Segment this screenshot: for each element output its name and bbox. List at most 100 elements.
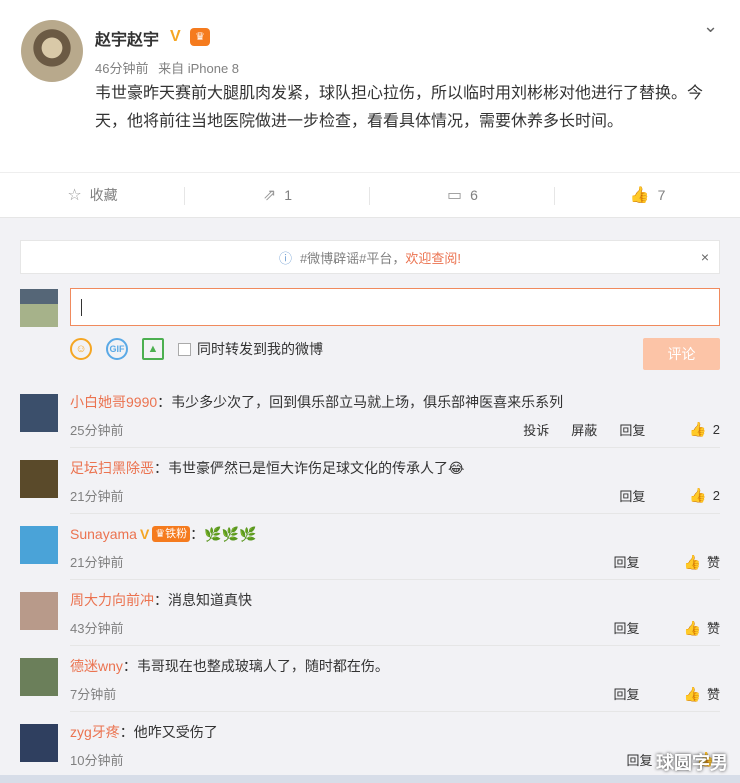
commenter-avatar[interactable] bbox=[20, 592, 58, 630]
commenter-name[interactable]: 德迷wny bbox=[70, 656, 123, 676]
comment-colon: ： bbox=[190, 526, 205, 542]
repost-count: 1 bbox=[284, 187, 293, 203]
comment-colon: ： bbox=[119, 724, 134, 740]
comment-like-count: 赞 bbox=[706, 687, 720, 702]
emoji-icon[interactable]: ☺ bbox=[70, 338, 92, 360]
comment-colon: ： bbox=[154, 460, 168, 476]
sync-checkbox[interactable] bbox=[178, 342, 191, 356]
notice-text: #微博辟谣#平台， bbox=[299, 250, 406, 266]
comment-time: 21分钟前 bbox=[70, 489, 124, 504]
comment-actions: 回复 👍 赞 bbox=[592, 684, 720, 703]
chevron-down-icon[interactable]: ⌄ bbox=[703, 16, 718, 37]
post-action-bar: ☆ 收藏 ⇗ 1 ▭ 6 👍 7 bbox=[0, 172, 740, 218]
comment-icon: ▭ bbox=[447, 187, 463, 204]
commenter-avatar[interactable] bbox=[20, 724, 58, 762]
favorite-label: 收藏 bbox=[89, 187, 118, 203]
text-caret bbox=[81, 299, 82, 316]
thumbs-up-icon: 👍 bbox=[689, 487, 707, 503]
watermark: 球圆字男 bbox=[656, 753, 728, 773]
comment-line: Sunayama V ♛铁粉： 🌿🌿🌿 bbox=[70, 524, 256, 544]
favorite-button[interactable]: ☆ 收藏 bbox=[0, 173, 185, 217]
comment-action-回复[interactable]: 回复 bbox=[614, 552, 640, 571]
thumbs-up-icon: 👍 bbox=[683, 620, 701, 636]
submit-comment-button[interactable]: 评论 bbox=[643, 338, 720, 370]
comment-action-回复[interactable]: 回复 bbox=[614, 684, 640, 703]
comment-like-count: 2 bbox=[712, 422, 720, 437]
comment-like-count: 赞 bbox=[706, 621, 720, 636]
comment-actions: 回复 👍 赞 bbox=[592, 552, 720, 571]
comment-like-button[interactable]: 👍 赞 bbox=[662, 684, 720, 703]
thumbs-up-icon: 👍 bbox=[683, 554, 701, 570]
thumbs-up-icon: 👍 bbox=[683, 686, 701, 702]
comment-item: 足坛扫黑除恶：韦世豪俨然已是恒大诈伤足球文化的传承人了😂 21分钟前 回复 👍 2 bbox=[0, 448, 740, 514]
comment-action-回复[interactable]: 回复 bbox=[619, 420, 645, 439]
verified-v-icon: V bbox=[139, 526, 150, 542]
comment-action-回复[interactable]: 回复 bbox=[627, 750, 653, 769]
commenter-name[interactable]: 小白她哥9990 bbox=[70, 392, 157, 412]
comment-actions: 回复 👍 赞 bbox=[592, 618, 720, 637]
commenter-name[interactable]: 足坛扫黑除恶 bbox=[70, 458, 154, 478]
comment-time: 21分钟前 bbox=[70, 555, 124, 570]
author-avatar[interactable] bbox=[21, 20, 83, 82]
commenter-name[interactable]: 周大力向前冲 bbox=[70, 590, 154, 610]
commenter-avatar[interactable] bbox=[20, 460, 58, 498]
sync-label[interactable]: 同时转发到我的微博 bbox=[197, 339, 323, 359]
post-text: 韦世豪昨天赛前大腿肌肉发紧，球队担心拉伤，所以临时用刘彬彬对他进行了替换。今天，… bbox=[95, 85, 704, 130]
comment-like-button[interactable]: 👍 2 bbox=[667, 421, 720, 438]
weibo-post: 赵宇赵宇 V ♛ 46分钟前 来自 iPhone 8 ⌄ 韦世豪昨天赛前大腿肌肉… bbox=[0, 0, 740, 172]
comment-item: 德迷wny：韦哥现在也整成玻璃人了，随时都在伤。 7分钟前 回复 👍 赞 bbox=[0, 646, 740, 712]
comment-action-回复[interactable]: 回复 bbox=[619, 486, 645, 505]
comment-line: 足坛扫黑除恶：韦世豪俨然已是恒大诈伤足球文化的传承人了😂 bbox=[70, 458, 464, 478]
repost-button[interactable]: ⇗ 1 bbox=[185, 173, 370, 217]
like-button[interactable]: 👍 7 bbox=[555, 173, 740, 217]
verified-v-icon: V bbox=[170, 28, 181, 45]
comment-button[interactable]: ▭ 6 bbox=[370, 173, 555, 217]
comment-like-count: 赞 bbox=[706, 555, 720, 570]
comment-time: 43分钟前 bbox=[70, 621, 124, 636]
comment-like-button[interactable]: 👍 赞 bbox=[662, 618, 720, 637]
comment-item: 周大力向前冲：消息知道真快 43分钟前 回复 👍 赞 bbox=[0, 580, 740, 646]
thumbs-up-icon: 👍 bbox=[689, 421, 707, 437]
share-icon: ⇗ bbox=[262, 187, 277, 204]
comment-text: 韦世豪俨然已是恒大诈伤足球文化的传承人了😂 bbox=[168, 460, 465, 476]
comment-actions: 回复 👍 2 bbox=[597, 486, 720, 505]
comment-item: zyg牙疼：他咋又受伤了 10分钟前 回复 👍 bbox=[0, 712, 740, 778]
comment-action-屏蔽[interactable]: 屏蔽 bbox=[571, 420, 597, 439]
comment-like-button[interactable]: 👍 赞 bbox=[662, 552, 720, 571]
commenter-avatar[interactable] bbox=[20, 658, 58, 696]
commenter-name[interactable]: zyg牙疼 bbox=[70, 722, 120, 742]
comment-actions: 投诉 屏蔽 回复 👍 2 bbox=[501, 420, 720, 439]
notice-link[interactable]: 欢迎查阅! bbox=[405, 248, 461, 267]
gif-icon[interactable]: GIF bbox=[106, 338, 128, 360]
comment-action-投诉[interactable]: 投诉 bbox=[523, 420, 549, 439]
composer-tools: ☺ GIF ▲ 同时转发到我的微博 bbox=[70, 338, 323, 360]
comment-colon: ： bbox=[154, 592, 168, 608]
comment-text: 韦哥现在也整成玻璃人了，随时都在伤。 bbox=[136, 658, 389, 674]
comment-like-count: 2 bbox=[712, 488, 720, 503]
vip-crown-icon[interactable]: ♛ bbox=[190, 28, 210, 46]
rumor-notice: ⓘ #微博辟谣#平台， 欢迎查阅! × bbox=[20, 240, 720, 274]
comment-time: 10分钟前 bbox=[70, 753, 124, 768]
image-icon[interactable]: ▲ bbox=[142, 338, 164, 360]
commenter-name[interactable]: Sunayama bbox=[70, 526, 137, 542]
commenter-avatar[interactable] bbox=[20, 394, 58, 432]
author-name[interactable]: 赵宇赵宇 bbox=[95, 26, 159, 50]
star-icon: ☆ bbox=[67, 187, 82, 204]
post-source: 来自 iPhone 8 bbox=[158, 61, 240, 76]
close-icon[interactable]: × bbox=[701, 249, 709, 265]
commenter-avatar[interactable] bbox=[20, 526, 58, 564]
info-icon: ⓘ bbox=[278, 250, 292, 266]
fan-badge[interactable]: ♛铁粉 bbox=[152, 526, 191, 542]
comment-like-button[interactable]: 👍 2 bbox=[667, 487, 720, 504]
comment-count: 6 bbox=[470, 187, 478, 203]
post-meta: 46分钟前 来自 iPhone 8 bbox=[95, 58, 245, 77]
thumbs-up-icon: 👍 bbox=[629, 187, 650, 204]
like-count: 7 bbox=[657, 187, 666, 203]
comment-time: 25分钟前 bbox=[70, 423, 124, 438]
post-time[interactable]: 46分钟前 bbox=[95, 61, 148, 76]
comment-input[interactable] bbox=[70, 288, 720, 326]
comment-line: 小白她哥9990：韦少多少次了，回到俱乐部立马就上场，俱乐部神医喜来乐系列 bbox=[70, 392, 563, 412]
comment-time: 7分钟前 bbox=[70, 687, 117, 702]
comment-text: 消息知道真快 bbox=[168, 592, 252, 608]
comment-action-回复[interactable]: 回复 bbox=[614, 618, 640, 637]
